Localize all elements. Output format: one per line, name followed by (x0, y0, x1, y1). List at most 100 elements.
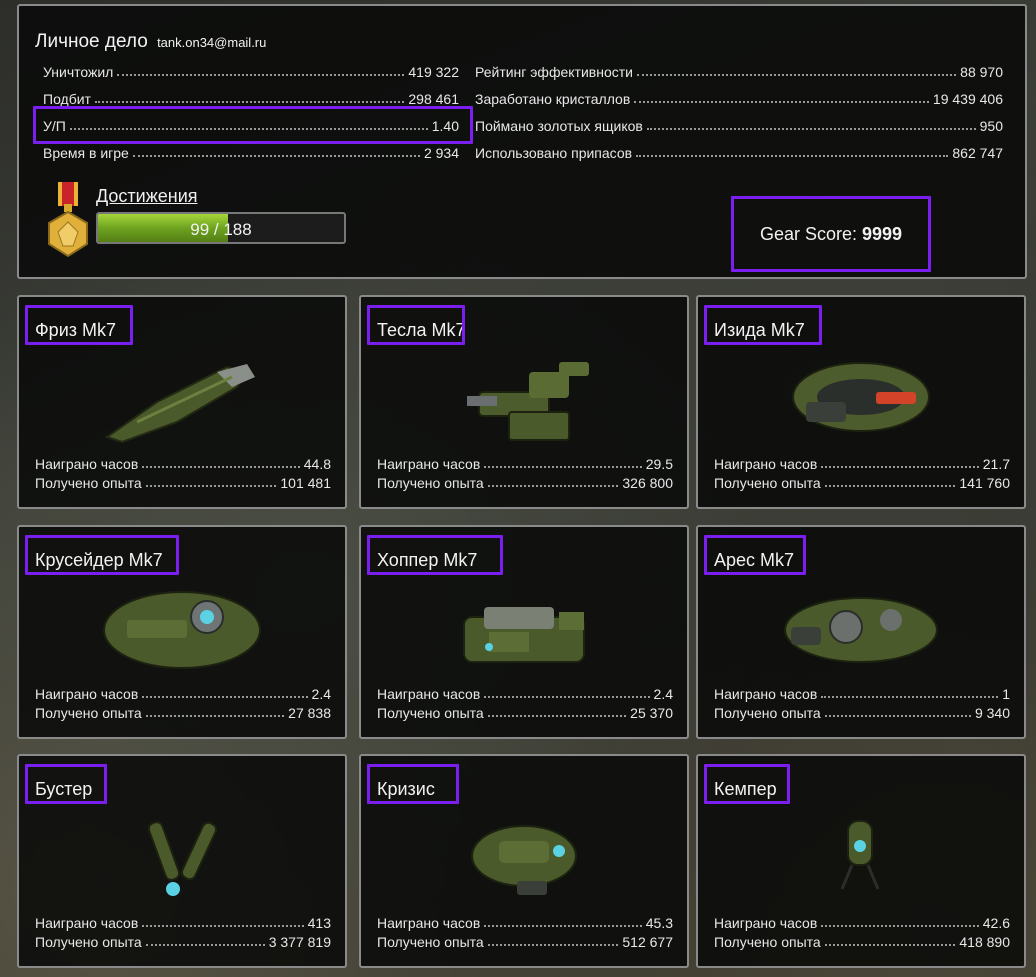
stat-value: 2.4 (653, 686, 673, 702)
card-title-highlight-box (704, 535, 806, 575)
stat-row-supplies: Использовано припасов 862 747 (475, 141, 1003, 161)
stat-label: Заработано кристаллов (475, 91, 631, 107)
card-title-highlight-box (367, 764, 459, 804)
stat-value: 88 970 (960, 64, 1003, 80)
stat-value: 862 747 (952, 145, 1003, 161)
stat-value: 413 (307, 915, 331, 931)
dot-leader (487, 944, 619, 946)
stat-value: 419 322 (408, 64, 459, 80)
equipment-card[interactable]: Кризис Наиграно часов 45.3 Получено опыта… (359, 754, 689, 968)
booster-drone-icon (147, 821, 218, 896)
equipment-card[interactable]: Кемпер Наиграно часов 42.6 Получено опыта… (696, 754, 1026, 968)
stat-value: 44.8 (303, 456, 331, 472)
stat-value: 29.5 (645, 456, 673, 472)
stat-row-hours: Наиграно часов 2.4 (35, 682, 331, 702)
gear-score-label: Gear Score: (759, 223, 857, 244)
dot-leader (821, 466, 979, 468)
stat-value: 298 461 (408, 91, 459, 107)
achievements-link[interactable]: Достижения (96, 186, 198, 207)
gear-score-value: 9999 (862, 223, 903, 244)
stat-value: 42.6 (982, 915, 1010, 931)
dot-leader (132, 155, 420, 157)
stat-label: Получено опыта (377, 705, 484, 721)
achievements-progress-bar: 99 / 188 (96, 212, 346, 244)
card-title-highlight-box (25, 305, 133, 345)
dot-leader (824, 485, 956, 487)
hopper-hull-icon (463, 607, 585, 663)
dot-leader (824, 944, 956, 946)
stat-value: 19 439 406 (932, 91, 1003, 107)
equipment-card[interactable]: Тесла Mk7 Наиграно часов 29.5 Получено оп… (359, 295, 689, 509)
tesla-turret-icon (467, 362, 589, 441)
dot-leader (145, 715, 285, 717)
isida-turret-icon (792, 362, 930, 432)
stat-value: 3 377 819 (268, 934, 331, 950)
stat-row-hours: Наиграно часов 42.6 (714, 911, 1010, 931)
freeze-turret-icon (104, 364, 255, 444)
stat-value: 2 934 (423, 145, 459, 161)
stat-value: 326 800 (622, 475, 673, 491)
stat-value: 45.3 (645, 915, 673, 931)
stat-label: Получено опыта (714, 475, 821, 491)
achievement-medal-icon (48, 182, 88, 258)
stat-label: Получено опыта (377, 934, 484, 950)
stat-label: Уничтожил (43, 64, 114, 80)
stat-row-playtime: Время в игре 2 934 (43, 141, 459, 161)
stat-label: Получено опыта (714, 705, 821, 721)
dot-leader (636, 74, 957, 76)
stat-row-xp: Получено опыта 9 340 (714, 701, 1010, 721)
stat-label: Наиграно часов (714, 456, 818, 472)
gear-score-box: Gear Score: 9999 (731, 196, 931, 272)
stat-label: Наиграно часов (377, 456, 481, 472)
stat-row-hours: Наиграно часов 413 (35, 911, 331, 931)
ares-hull-icon (784, 597, 938, 663)
equipment-card[interactable]: Изида Mk7 Наиграно часов 21.7 Получено оп… (696, 295, 1026, 509)
dot-leader (484, 466, 642, 468)
dot-leader (142, 466, 300, 468)
stat-row-xp: Получено опыта 512 677 (377, 930, 673, 950)
dot-leader (117, 74, 405, 76)
stat-value: 9 340 (974, 705, 1010, 721)
profile-panel: Личное дело tank.on34@mail.ru Уничтожил 4… (17, 4, 1027, 279)
stat-value: 418 890 (959, 934, 1010, 950)
kd-highlight-box (33, 106, 473, 144)
dot-leader (142, 696, 308, 698)
stat-label: Использовано припасов (475, 145, 633, 161)
card-title-highlight-box (367, 305, 465, 345)
progress-text: 99 / 188 (190, 220, 252, 239)
stat-value: 25 370 (630, 705, 673, 721)
stat-row-hours: Наиграно часов 29.5 (377, 452, 673, 472)
stat-row-efficiency: Рейтинг эффективности 88 970 (475, 60, 1003, 80)
equipment-card[interactable]: Арес Mk7 Наиграно часов 1 Получено опыта 9… (696, 525, 1026, 739)
dot-leader (487, 715, 627, 717)
dot-leader (634, 101, 929, 103)
equipment-card[interactable]: Хоппер Mk7 Наиграно часов 2.4 Получено оп… (359, 525, 689, 739)
stat-row-xp: Получено опыта 141 760 (714, 471, 1010, 491)
crisis-drone-icon (471, 825, 577, 895)
equipment-card[interactable]: Крусейдер Mk7 Наиграно часов 2.4 Получено… (17, 525, 347, 739)
dot-leader (484, 925, 642, 927)
stat-value: 1 (1002, 686, 1010, 702)
stat-row-deaths: Подбит 298 461 (43, 87, 459, 107)
stat-value: 950 (979, 118, 1003, 134)
profile-email: tank.on34@mail.ru (157, 35, 267, 50)
stat-row-xp: Получено опыта 326 800 (377, 471, 673, 491)
stat-value: 141 760 (959, 475, 1010, 491)
stat-label: Наиграно часов (714, 686, 818, 702)
profile-title: Личное дело tank.on34@mail.ru (35, 31, 266, 53)
profile-title-text: Личное дело (35, 31, 148, 52)
equipment-card[interactable]: Бустер Наиграно часов 413 Получено опыта 3… (17, 754, 347, 968)
equipment-card[interactable]: Фриз Mk7 Наиграно часов 44.8 Получено опы… (17, 295, 347, 509)
stat-value: 27 838 (288, 705, 331, 721)
card-title-highlight-box (704, 305, 822, 345)
stat-label: Наиграно часов (377, 915, 481, 931)
card-title-highlight-box (704, 764, 790, 804)
stat-label: Получено опыта (714, 934, 821, 950)
stat-label: Получено опыта (35, 705, 142, 721)
stat-label: Получено опыта (35, 475, 142, 491)
stat-row-xp: Получено опыта 27 838 (35, 701, 331, 721)
dot-leader (821, 696, 999, 698)
stat-label: Рейтинг эффективности (475, 64, 633, 80)
stat-label: Получено опыта (35, 934, 142, 950)
stat-label: Подбит (43, 91, 91, 107)
